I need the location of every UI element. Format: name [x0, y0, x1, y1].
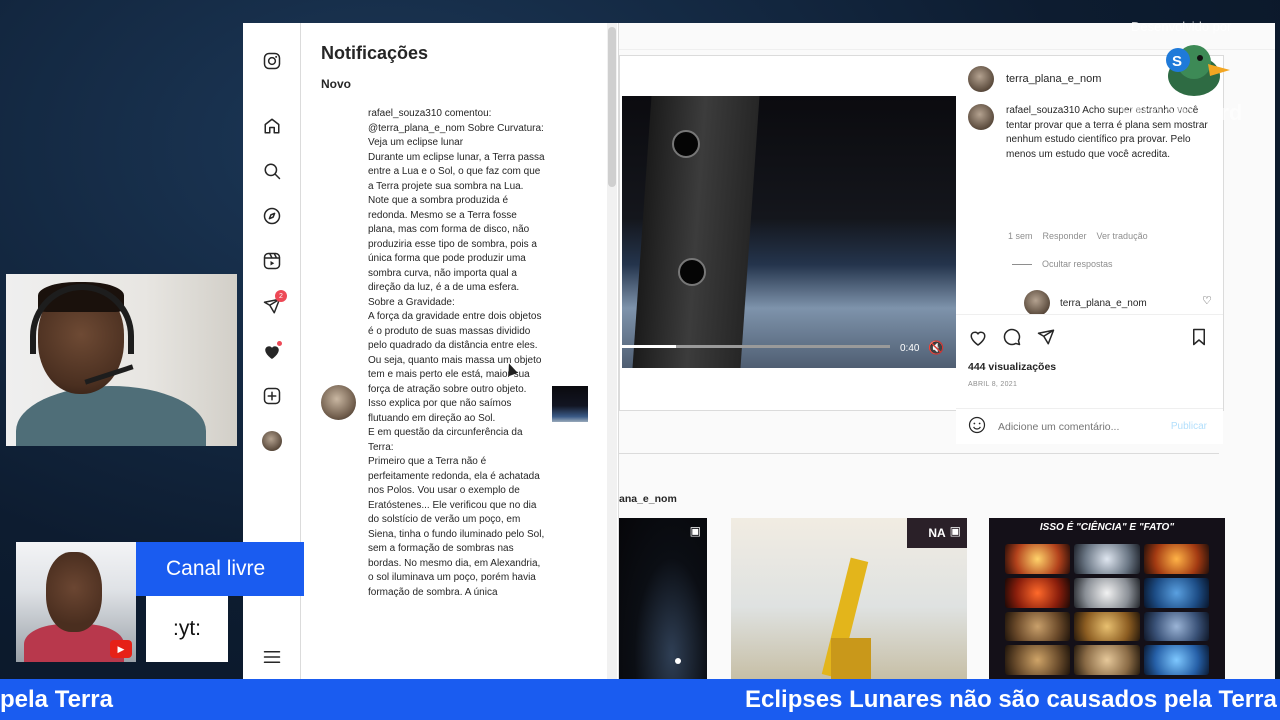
comment-input[interactable] [998, 420, 1158, 433]
post-date: ABRIL 8, 2021 [968, 381, 1018, 388]
like-icon[interactable] [968, 327, 988, 347]
comment-meta: 1 sem Responder Ver tradução [1008, 231, 1148, 241]
streamyard-watermark: StreamYard [1120, 100, 1243, 125]
video-time: 0:40 [900, 343, 920, 354]
collage-cell [1143, 544, 1209, 574]
translate-button[interactable]: Ver tradução [1097, 231, 1148, 241]
ticker-text-main: Eclipses Lunares não são causados pela T… [745, 686, 1277, 713]
notifications-scrollbar[interactable] [608, 27, 616, 187]
developed-by-label: Desenvolvido por [1131, 19, 1232, 34]
thumb-crane-base [831, 638, 871, 679]
bookmark-icon[interactable] [1189, 327, 1209, 347]
video-progress-bar[interactable] [622, 345, 890, 348]
hide-replies-label: Ocultar respostas [1042, 259, 1113, 269]
more-post-thumbnail[interactable]: ▣ [619, 518, 707, 679]
actions-row: 444 visualizações ABRIL 8, 2021 [956, 314, 1223, 414]
collage-cell [1143, 577, 1209, 608]
reply-author[interactable]: terra_plana_e_nom [1060, 298, 1147, 309]
notifications-panel: Notificações Novo rafael_souza310 coment… [301, 23, 619, 679]
messages-icon[interactable]: 2 [262, 290, 287, 316]
emoji-icon[interactable] [968, 416, 986, 437]
collage-cell [1143, 611, 1209, 642]
notifications-dot [277, 341, 282, 346]
collage-cell [1074, 577, 1140, 608]
collage-cell [1074, 611, 1140, 642]
post-actions [968, 327, 1056, 347]
hide-replies-dash [1012, 263, 1032, 265]
canal-label: Canal livre [136, 542, 304, 596]
notifications-icon[interactable] [262, 341, 282, 361]
like-reply-icon[interactable]: ♡ [1202, 294, 1212, 307]
views-count[interactable]: 444 visualizações [968, 361, 1056, 373]
notification-text: rafael_souza310 comentou: @terra_plana_e… [368, 108, 545, 598]
mute-icon[interactable]: 🔇 [928, 340, 944, 356]
more-post-thumbnail[interactable]: NA ▣ [731, 518, 967, 679]
explore-icon[interactable] [262, 206, 282, 226]
collage-cell [1005, 577, 1071, 608]
notification-post-thumbnail[interactable] [552, 386, 588, 422]
thumb-title: ISSO É "CIÊNCIA" E "FATO" [1039, 522, 1175, 533]
profile-avatar [262, 431, 282, 451]
collage-cell [1143, 645, 1209, 675]
notifications-title: Notificações [321, 43, 429, 63]
svg-text:S: S [1172, 53, 1182, 70]
more-from-username[interactable]: ana_e_nom [619, 493, 677, 505]
comment-age: 1 sem [1008, 231, 1033, 241]
video-progress-fill [622, 345, 676, 348]
menu-icon[interactable] [262, 647, 282, 667]
reply-avatar[interactable] [1024, 290, 1050, 316]
streamyard-logo-icon: S [1162, 40, 1232, 98]
youtube-icon: ▶ [110, 640, 132, 658]
add-comment-bar: Publicar [956, 408, 1223, 444]
home-icon[interactable] [262, 116, 282, 136]
hide-replies-button[interactable]: Ocultar respostas [1012, 259, 1113, 269]
reels-icon[interactable] [262, 251, 282, 271]
commenter-avatar[interactable] [968, 104, 994, 130]
more-divider [619, 453, 1219, 454]
collage-cell [1005, 544, 1071, 574]
reply-button[interactable]: Responder [1043, 231, 1087, 241]
thumb-collage [1005, 544, 1209, 675]
search-icon[interactable] [262, 161, 282, 181]
collage-cell [1074, 544, 1140, 574]
more-post-thumbnail[interactable]: ISSO É "CIÊNCIA" E "FATO" [989, 518, 1225, 679]
messages-badge: 2 [275, 290, 287, 302]
more-from-label[interactable]: ana_e_nom [619, 493, 677, 505]
guest-webcam: ▶ [16, 542, 136, 662]
post-author-row[interactable]: terra_plana_e_nom [968, 66, 1101, 92]
post-author-name[interactable]: terra_plana_e_nom [1006, 73, 1101, 85]
reel-icon: ▣ [949, 524, 961, 538]
yt-tag: :yt: [146, 596, 228, 662]
notifications-section-new: Novo [321, 77, 351, 91]
collage-cell [1005, 645, 1071, 675]
share-icon[interactable] [1036, 327, 1056, 347]
ticker-text-left: pela Terra [0, 686, 113, 713]
author-avatar[interactable] [968, 66, 994, 92]
notification-avatar[interactable] [321, 385, 356, 420]
collage-cell [1074, 645, 1140, 675]
publish-button[interactable]: Publicar [1171, 421, 1207, 432]
news-ticker: pela Terra Eclipses Lunares não são caus… [0, 679, 1280, 720]
comment-icon[interactable] [1002, 327, 1022, 347]
instagram-icon[interactable] [262, 51, 282, 71]
post-video[interactable]: 0:40 🔇 [622, 96, 956, 368]
reply-row: terra_plana_e_nom [1024, 290, 1147, 316]
webcam-body [16, 386, 206, 446]
video-hole [678, 258, 706, 286]
guest-head [46, 552, 102, 632]
collage-cell [1005, 611, 1071, 642]
thumb-moon [675, 658, 681, 664]
host-webcam [6, 274, 237, 446]
video-hole [672, 130, 700, 158]
comment-username[interactable]: rafael_souza310 [1006, 105, 1080, 116]
reel-icon: ▣ [689, 524, 701, 538]
create-icon[interactable] [262, 386, 282, 406]
profile-icon[interactable] [262, 431, 282, 451]
